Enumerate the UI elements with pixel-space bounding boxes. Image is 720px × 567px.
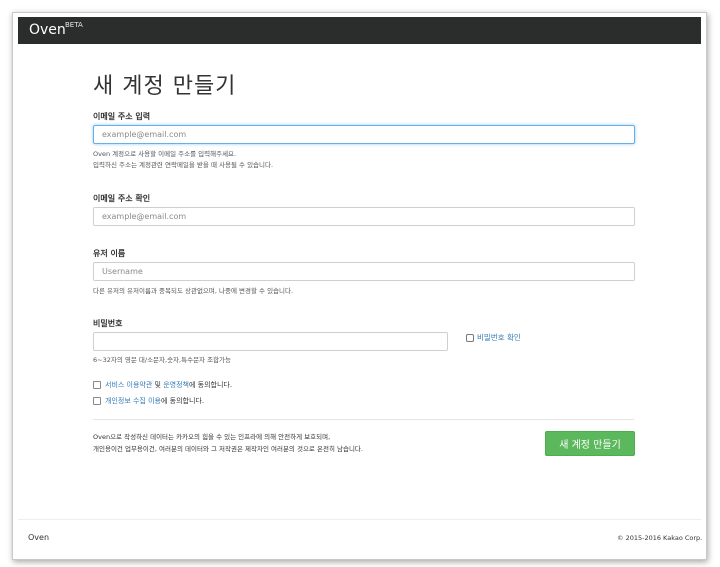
email-input[interactable] bbox=[93, 125, 635, 144]
show-password-toggle[interactable]: 비밀번호 확인 bbox=[466, 332, 521, 343]
privacy-checkbox[interactable] bbox=[93, 397, 101, 405]
username-input[interactable] bbox=[93, 262, 635, 281]
privacy-agreement-row: 개인정보 수집 이용에 동의합니다. bbox=[93, 396, 204, 406]
footer-brand: Oven bbox=[28, 533, 50, 542]
password-label: 비밀번호 bbox=[93, 319, 123, 328]
privacy-collection-link[interactable]: 개인정보 수집 이용 bbox=[105, 397, 161, 405]
password-input[interactable] bbox=[93, 332, 448, 351]
terms-of-service-link[interactable]: 서비스 이용약관 bbox=[105, 381, 152, 389]
terms-and-text: 및 bbox=[152, 381, 164, 389]
username-help: 다른 유저의 유저이름과 중복되도 상관없으며, 나중에 변경할 수 있습니다. bbox=[93, 287, 294, 295]
email-label: 이메일 주소 입력 bbox=[93, 112, 151, 121]
operation-policy-link[interactable]: 운영정책 bbox=[163, 381, 189, 389]
terms-agreement-row: 서비스 이용약관 및 운영정책에 동의합니다. bbox=[93, 380, 232, 390]
email-confirm-input[interactable] bbox=[93, 207, 635, 226]
terms-suffix: 에 동의합니다. bbox=[188, 381, 233, 389]
copyright-text: © 2015-2016 Kakao Corp. bbox=[617, 534, 703, 542]
privacy-suffix: 에 동의합니다. bbox=[160, 397, 205, 405]
password-help: 6~32자의 영문 대/소문자,숫자,특수문자 조합가능 bbox=[93, 356, 232, 364]
show-password-checkbox[interactable] bbox=[466, 334, 474, 342]
email-confirm-label: 이메일 주소 확인 bbox=[93, 194, 151, 203]
notice-line1: Oven으로 작성하신 데이터는 카카오의 힘을 수 있는 인프라에 의해 안전… bbox=[93, 433, 331, 441]
data-protection-notice: Oven으로 작성하신 데이터는 카카오의 힘을 수 있는 인프라에 의해 안전… bbox=[93, 432, 363, 455]
terms-checkbox[interactable] bbox=[93, 381, 101, 389]
email-help: Oven 계정으로 사용할 이메일 주소를 입력해주세요. 입력하신 주소는 계… bbox=[93, 149, 273, 170]
page-title: 새 계정 만들기 bbox=[93, 74, 237, 99]
create-account-button[interactable]: 새 계정 만들기 bbox=[545, 431, 635, 456]
form-divider bbox=[93, 419, 634, 420]
browser-frame: Oven BETA 새 계정 만들기 이메일 주소 입력 Oven 계정으로 사… bbox=[12, 12, 707, 560]
email-help-line1: Oven 계정으로 사용할 이메일 주소를 입력해주세요. bbox=[93, 150, 237, 158]
notice-line2: 개인용이건 업무용이건, 여러분의 데이터와 그 저작권은 제작자인 여러분의 … bbox=[93, 444, 363, 453]
email-help-line2: 입력하신 주소는 계정관련 연락메일을 받을 때 사용될 수 있습니다. bbox=[93, 160, 274, 169]
show-password-label[interactable]: 비밀번호 확인 bbox=[477, 333, 521, 342]
footer-divider bbox=[18, 519, 701, 520]
username-label: 유저 이름 bbox=[93, 249, 126, 258]
signup-form: 새 계정 만들기 이메일 주소 입력 Oven 계정으로 사용할 이메일 주소를… bbox=[13, 13, 706, 559]
